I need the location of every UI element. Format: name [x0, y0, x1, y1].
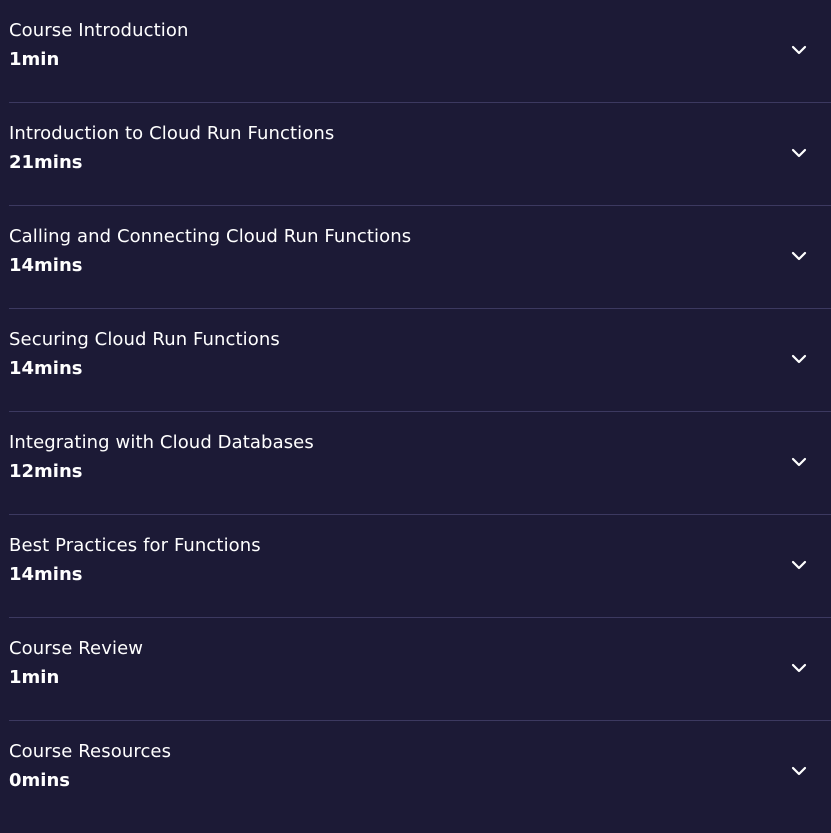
- chevron-down-icon[interactable]: [790, 764, 808, 778]
- chevron-down-icon[interactable]: [790, 352, 808, 366]
- module-title: Course Resources: [9, 741, 172, 762]
- module-introduction-to-cloud-run-functions[interactable]: Introduction to Cloud Run Functions 21mi…: [9, 103, 831, 206]
- module-best-practices-for-functions[interactable]: Best Practices for Functions 14mins: [9, 515, 831, 618]
- module-title: Calling and Connecting Cloud Run Functio…: [9, 226, 412, 247]
- module-title: Integrating with Cloud Databases: [9, 432, 314, 453]
- chevron-down-icon[interactable]: [790, 146, 808, 160]
- chevron-down-icon[interactable]: [790, 661, 808, 675]
- module-title: Securing Cloud Run Functions: [9, 329, 280, 350]
- module-title: Best Practices for Functions: [9, 535, 261, 556]
- module-title: Course Introduction: [9, 20, 189, 41]
- module-title: Introduction to Cloud Run Functions: [9, 123, 335, 144]
- module-course-review[interactable]: Course Review 1min: [9, 618, 831, 721]
- chevron-down-icon[interactable]: [790, 558, 808, 572]
- chevron-down-icon[interactable]: [790, 249, 808, 263]
- module-duration: 14mins: [9, 255, 83, 276]
- module-calling-and-connecting[interactable]: Calling and Connecting Cloud Run Functio…: [9, 206, 831, 309]
- module-course-resources[interactable]: Course Resources 0mins: [9, 721, 831, 824]
- chevron-down-icon[interactable]: [790, 43, 808, 57]
- course-module-list: Course Introduction 1min Introduction to…: [0, 0, 831, 833]
- module-securing-cloud-run-functions[interactable]: Securing Cloud Run Functions 14mins: [9, 309, 831, 412]
- module-duration: 14mins: [9, 358, 83, 379]
- module-duration: 21mins: [9, 152, 83, 173]
- module-duration: 1min: [9, 667, 60, 688]
- module-duration: 14mins: [9, 564, 83, 585]
- module-duration: 0mins: [9, 770, 70, 791]
- module-integrating-with-cloud-databases[interactable]: Integrating with Cloud Databases 12mins: [9, 412, 831, 515]
- chevron-down-icon[interactable]: [790, 455, 808, 469]
- module-course-introduction[interactable]: Course Introduction 1min: [9, 0, 831, 103]
- module-duration: 1min: [9, 49, 60, 70]
- module-duration: 12mins: [9, 461, 83, 482]
- module-title: Course Review: [9, 638, 144, 659]
